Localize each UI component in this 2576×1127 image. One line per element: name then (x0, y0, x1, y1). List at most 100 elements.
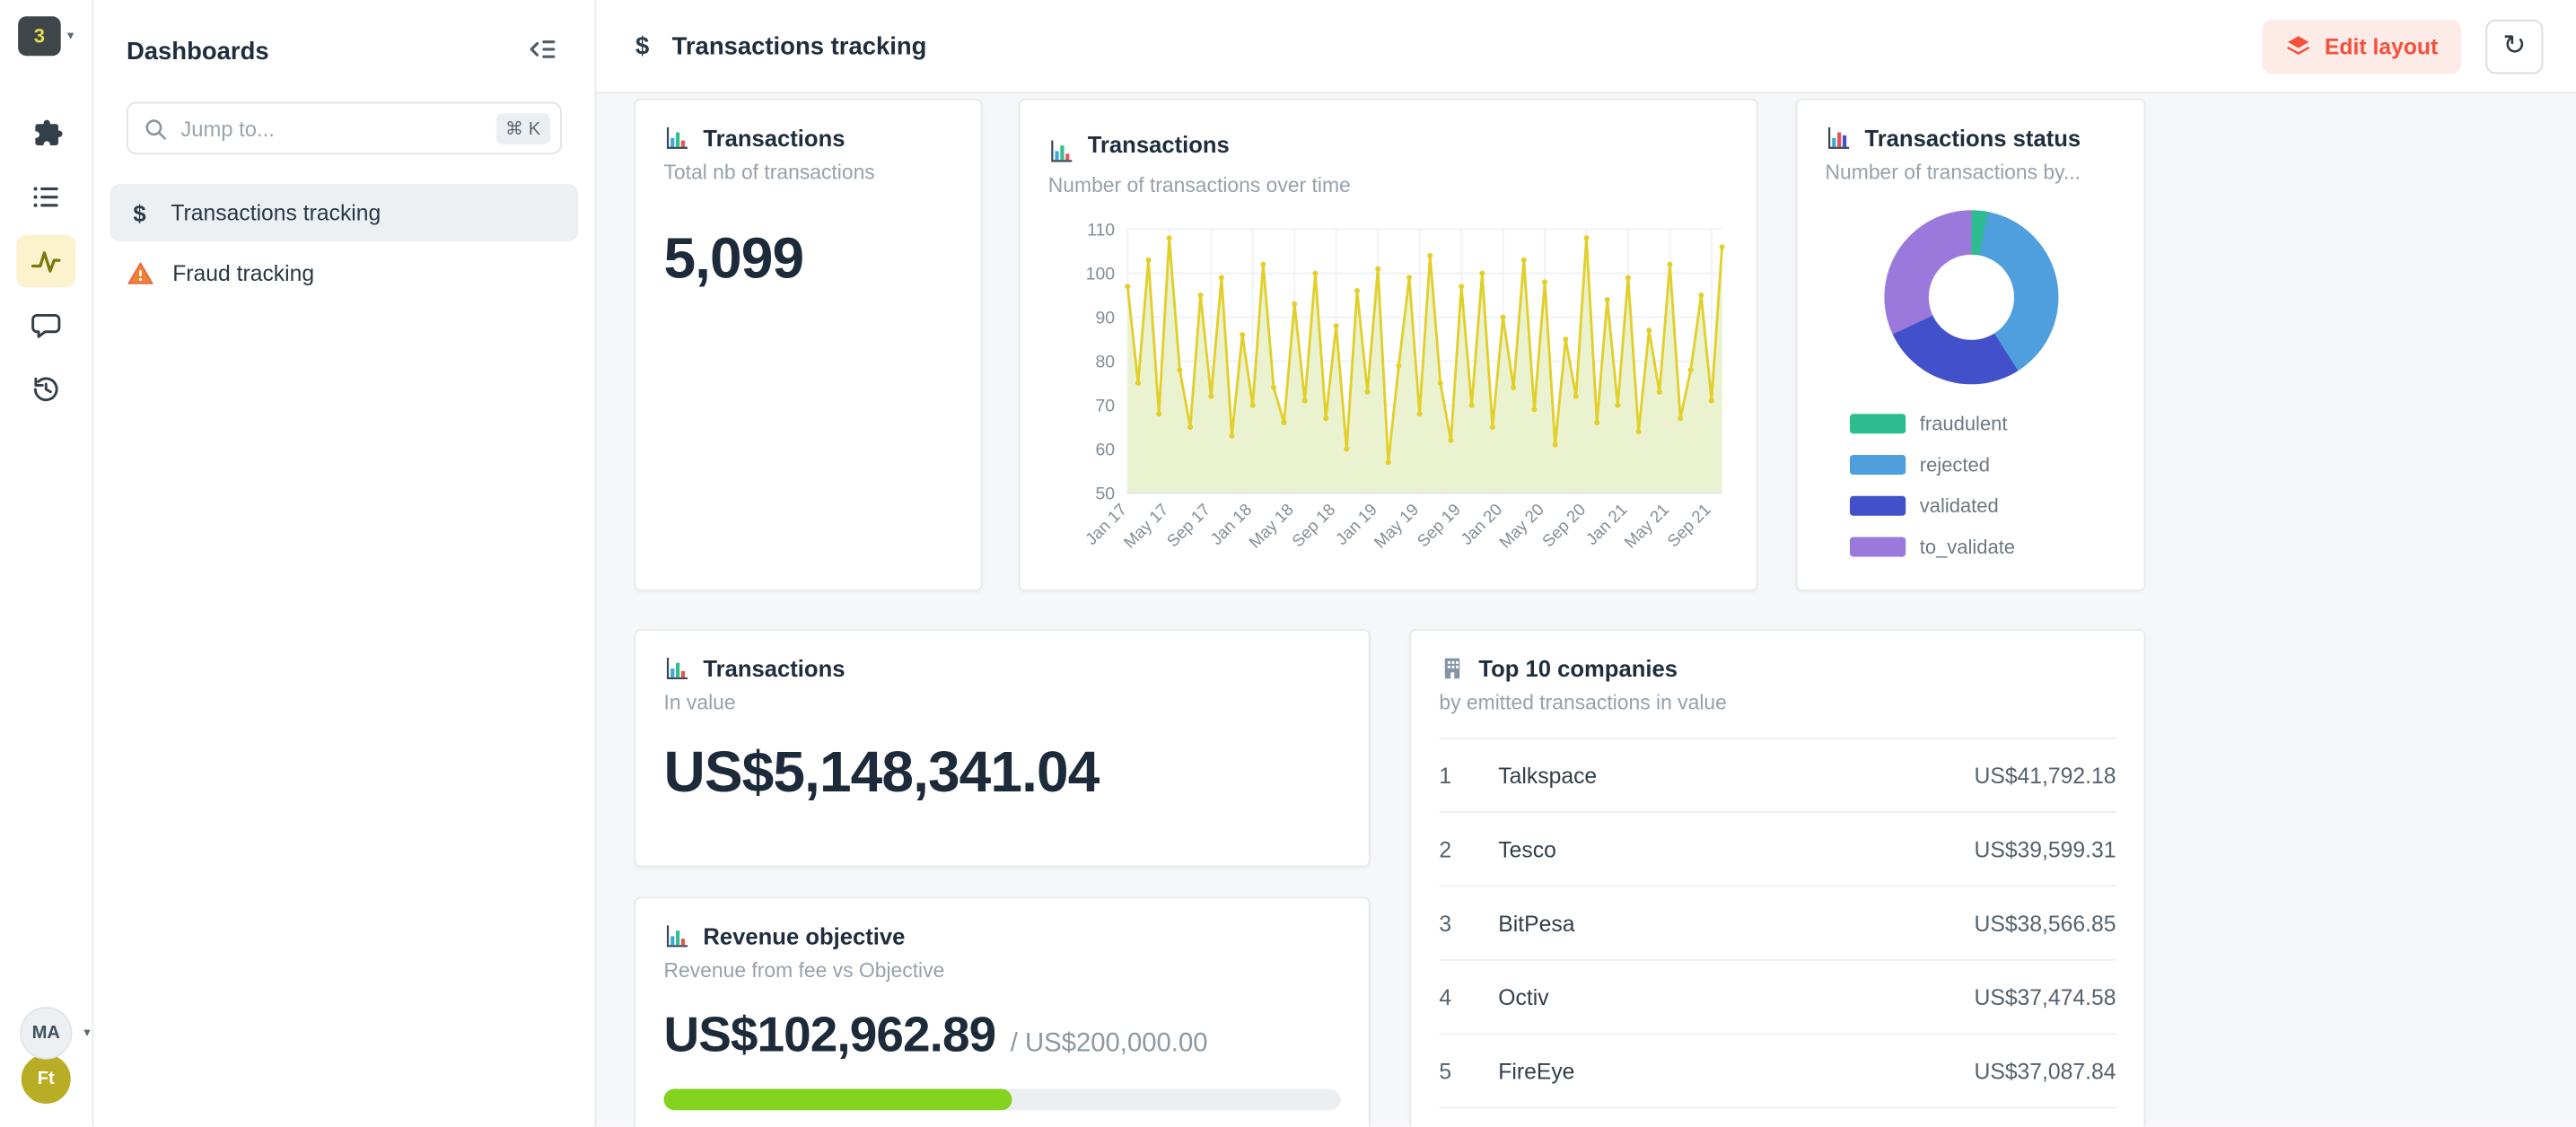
sidebar-item-label: Fraud tracking (172, 261, 314, 285)
top-companies-table: 1 Talkspace US$41,792.18 2 Tesco US$39,5… (1439, 738, 2116, 1109)
legend-item-fraudulent[interactable]: fraudulent (1849, 412, 2092, 435)
workspace-caret-icon[interactable]: ▾ (67, 30, 74, 43)
user-avatar[interactable]: MA (20, 1007, 73, 1060)
transactions-line-chart: 5060708090100110Jan 17May 17Sep 17Jan 18… (1048, 210, 1731, 601)
search-input[interactable]: Jump to... ⌘ K (127, 101, 562, 154)
edit-layout-button[interactable]: Edit layout (2262, 19, 2461, 73)
bar-chart-icon (663, 655, 689, 681)
sidebar-item-transactions-tracking[interactable]: $ Transactions tracking (110, 184, 579, 241)
card-title: Top 10 companies (1478, 655, 1678, 681)
row-company-name: BitPesa (1498, 911, 1974, 935)
integrations-puzzle-icon[interactable] (16, 107, 75, 160)
svg-text:Sep 21: Sep 21 (1663, 500, 1713, 550)
card-title: Transactions (703, 655, 845, 681)
legend-item-rejected[interactable]: rejected (1849, 453, 2092, 476)
svg-text:May 17: May 17 (1120, 500, 1172, 552)
svg-text:May 20: May 20 (1495, 500, 1547, 552)
revenue-progress-fill (663, 1089, 1012, 1111)
row-company-name: Talkspace (1498, 763, 1974, 787)
page-header: $ Transactions tracking Edit layout ↻ (596, 0, 2576, 93)
row-rank: 2 (1439, 837, 1498, 861)
dashboard-list: $ Transactions tracking Fraud tracking (93, 184, 594, 302)
row-rank: 3 (1439, 911, 1498, 935)
legend-item-validated[interactable]: validated (1849, 494, 2092, 518)
card-transactions-value: Transactions In value US$5,148,341.04 (635, 629, 1371, 867)
donut-hole (1928, 255, 2013, 340)
bar-chart-icon (1048, 138, 1074, 164)
layers-icon (2285, 33, 2311, 59)
revenue-target: / US$200,000.00 (1011, 1030, 1208, 1060)
sidebar-item-fraud-tracking[interactable]: Fraud tracking (110, 245, 579, 302)
search-icon (143, 116, 167, 140)
card-revenue-objective: Revenue objective Revenue from fee vs Ob… (635, 896, 1371, 1126)
row-rank: 1 (1439, 763, 1498, 787)
svg-text:May 19: May 19 (1370, 500, 1422, 552)
bar-chart-icon (1826, 125, 1852, 151)
sidebar-item-label: Transactions tracking (171, 200, 381, 224)
bar-chart-icon (663, 125, 689, 151)
card-transactions-total: Transactions Total nb of transactions 5,… (635, 99, 983, 591)
row-company-name: FireEye (1498, 1059, 1974, 1083)
table-row[interactable]: 5 FireEye US$37,087.84 (1439, 1035, 2116, 1108)
collapse-sidebar-icon[interactable] (522, 30, 562, 74)
legend-label: to_validate (1920, 536, 2015, 559)
activity-history-icon[interactable] (16, 363, 75, 416)
metric-value: US$5,148,341.04 (663, 740, 1340, 806)
revenue-progress-track (663, 1089, 1340, 1111)
svg-text:50: 50 (1095, 485, 1115, 504)
workspace-logo[interactable]: 3 (18, 16, 61, 56)
dashboards-activity-icon[interactable] (16, 235, 75, 288)
card-title: Transactions (703, 125, 845, 151)
row-company-name: Octiv (1498, 984, 1974, 1009)
card-transactions-status: Transactions status Number of transactio… (1796, 99, 2146, 591)
legend-item-to_validate[interactable]: to_validate (1849, 536, 2092, 559)
table-row[interactable]: 1 Talkspace US$41,792.18 (1439, 739, 2116, 813)
row-amount: US$41,792.18 (1974, 763, 2116, 787)
card-title: Revenue objective (703, 923, 905, 949)
legend-label: validated (1920, 494, 1999, 518)
svg-text:60: 60 (1095, 441, 1115, 460)
card-subtitle: by emitted transactions in value (1439, 692, 2116, 715)
card-subtitle: In value (663, 692, 1340, 715)
svg-text:Sep 17: Sep 17 (1163, 500, 1214, 550)
messages-chat-icon[interactable] (16, 299, 75, 352)
app-window: 3 ▾ MA ▾ Ft (0, 0, 2576, 1127)
status-donut-chart (1884, 210, 2058, 384)
card-subtitle: Number of transactions by... (1826, 161, 2116, 184)
warning-icon (127, 259, 154, 287)
row-rank: 5 (1439, 1059, 1498, 1083)
collections-list-icon[interactable] (16, 170, 75, 223)
search-placeholder: Jump to... (180, 116, 482, 140)
page-title: Transactions tracking (672, 32, 927, 60)
svg-text:Sep 18: Sep 18 (1288, 500, 1338, 550)
svg-text:Sep 20: Sep 20 (1538, 500, 1589, 550)
table-row[interactable]: 4 Octiv US$37,474.58 (1439, 961, 2116, 1035)
donut-legend: fraudulent rejected validated to_validate (1849, 412, 2092, 558)
row-amount: US$37,474.58 (1974, 984, 2116, 1009)
card-title: Transactions (1088, 131, 1230, 157)
legend-swatch (1849, 537, 1905, 557)
building-icon (1439, 655, 1465, 681)
legend-swatch (1849, 414, 1905, 433)
environment-badge[interactable]: Ft (18, 1051, 74, 1106)
svg-text:Sep 19: Sep 19 (1414, 500, 1464, 550)
refresh-icon: ↻ (2502, 30, 2526, 63)
row-amount: US$38,566.85 (1974, 911, 2116, 935)
card-top-companies: Top 10 companies by emitted transactions… (1409, 629, 2145, 1127)
table-row[interactable]: 3 BitPesa US$38,566.85 (1439, 887, 2116, 960)
row-amount: US$37,087.84 (1974, 1059, 2116, 1083)
svg-text:100: 100 (1086, 265, 1116, 284)
dashboards-sidebar: Dashboards Jump to... ⌘ K $ Transactions… (93, 0, 596, 1127)
main-area: $ Transactions tracking Edit layout ↻ Tr… (596, 0, 2576, 1127)
dollar-icon: $ (629, 32, 655, 60)
user-menu-caret-icon[interactable]: ▾ (83, 1027, 90, 1040)
refresh-button[interactable]: ↻ (2485, 19, 2543, 73)
svg-text:110: 110 (1087, 221, 1115, 240)
edit-layout-label: Edit layout (2325, 34, 2438, 58)
card-subtitle: Total nb of transactions (663, 161, 952, 184)
svg-text:80: 80 (1095, 353, 1115, 372)
card-subtitle: Number of transactions over time (1048, 174, 1729, 197)
table-row[interactable]: 2 Tesco US$39,599.31 (1439, 813, 2116, 887)
card-subtitle: Revenue from fee vs Objective (663, 959, 1340, 983)
svg-text:May 21: May 21 (1620, 500, 1672, 552)
